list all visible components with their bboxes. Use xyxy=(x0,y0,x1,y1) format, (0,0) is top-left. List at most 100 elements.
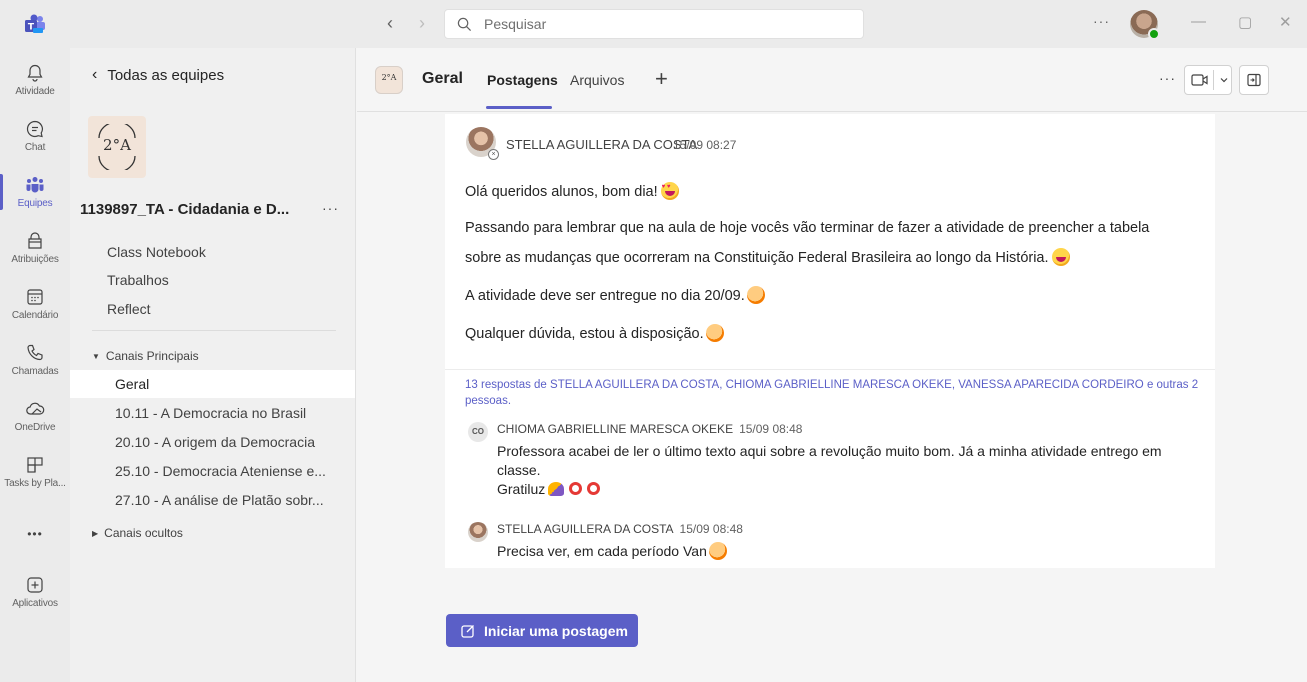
rail-item-aplicativos[interactable]: Aplicativos xyxy=(0,564,70,620)
channel-democracia-brasil[interactable]: 10.11 - A Democracia no Brasil xyxy=(70,399,355,427)
tab-postagens[interactable]: Postagens xyxy=(487,72,558,88)
channel-democracia-ateniense[interactable]: 25.10 - Democracia Ateniense e... xyxy=(70,457,355,485)
section-label: Canais ocultos xyxy=(104,526,183,540)
side-panel-icon xyxy=(1247,73,1261,87)
rail-item-chamadas[interactable]: Chamadas xyxy=(0,332,70,388)
forward-arrow-icon[interactable]: › xyxy=(413,12,431,34)
post-card: × STELLA AGUILLERA DA COSTA 15/09 08:27 … xyxy=(445,114,1215,568)
post-timestamp: 15/09 08:27 xyxy=(673,138,737,152)
rail-label: Chamadas xyxy=(11,366,59,377)
back-arrow-icon[interactable]: ‹ xyxy=(381,12,399,34)
replies-summary-link[interactable]: 13 respostas de STELLA AGUILLERA DA COST… xyxy=(465,377,1205,409)
rail-item-calendario[interactable]: Calendário xyxy=(0,276,70,332)
author-avatar[interactable]: × xyxy=(466,127,499,160)
video-camera-icon xyxy=(1191,74,1208,86)
rail-label: Tasks by Pla... xyxy=(4,478,66,489)
rail-label: Atribuições xyxy=(11,254,59,265)
rail-item-atribuicoes[interactable]: Atribuições xyxy=(0,220,70,276)
side-panel-button[interactable] xyxy=(1239,65,1269,95)
more-options-icon[interactable]: ··· xyxy=(1093,13,1110,29)
calendar-icon xyxy=(27,289,43,305)
section-canais-ocultos[interactable]: ▶ Canais ocultos xyxy=(92,526,183,540)
rail-label: OneDrive xyxy=(14,422,56,433)
channel-title: Geral xyxy=(422,70,463,87)
add-tab-button[interactable]: + xyxy=(655,66,668,92)
rail-label: Chat xyxy=(24,142,46,153)
team-name[interactable]: 1139897_TA - Cidadania e D... xyxy=(80,201,289,218)
channel-geral[interactable]: Geral xyxy=(70,370,355,398)
channel-avatar-text: 2°A xyxy=(381,73,397,82)
chevron-left-icon: ‹ xyxy=(92,66,98,83)
assignments-icon xyxy=(28,232,42,249)
teams-logo-icon: T xyxy=(24,14,46,34)
team-avatar-text: 2°A xyxy=(103,136,131,154)
post-line: Passando para lembrar que na aula de hoj… xyxy=(465,220,1150,236)
user-avatar[interactable] xyxy=(1130,10,1160,40)
back-label: Todas as equipes xyxy=(107,66,225,84)
section-label: Canais Principais xyxy=(105,349,199,363)
reply-avatar[interactable]: CO xyxy=(468,422,488,442)
grin-emoji-icon xyxy=(746,286,765,304)
reply-text: Precisa ver, em cada período Van xyxy=(497,542,1197,561)
rail-label: Equipes xyxy=(17,198,53,209)
header-more-icon[interactable]: ··· xyxy=(1159,70,1176,86)
bell-icon xyxy=(27,64,43,82)
rail-label: Aplicativos xyxy=(12,598,58,609)
tasks-icon xyxy=(27,457,43,473)
maximize-button[interactable]: ▢ xyxy=(1238,13,1252,31)
reply-author[interactable]: CHIOMA GABRIELLINE MARESCA OKEKE xyxy=(497,422,733,436)
rail-label: Calendário xyxy=(11,310,59,321)
team-more-options-icon[interactable]: ··· xyxy=(322,200,339,216)
kiss-emoji-icon xyxy=(587,482,601,495)
divider xyxy=(92,330,336,331)
close-button[interactable]: ✕ xyxy=(1279,13,1292,31)
post-author[interactable]: STELLA AGUILLERA DA COSTA xyxy=(506,137,697,152)
smile-emoji-icon xyxy=(708,542,727,560)
post-line: Qualquer dúvida, estou à disposição. xyxy=(465,324,724,342)
rail-item-more[interactable]: ••• xyxy=(0,504,70,560)
meet-button[interactable] xyxy=(1184,65,1232,95)
back-to-all-teams-link[interactable]: ‹ Todas as equipes xyxy=(92,66,224,84)
reply-author[interactable]: STELLA AGUILLERA DA COSTA xyxy=(497,522,674,536)
rail-item-onedrive[interactable]: OneDrive xyxy=(0,388,70,444)
reply-timestamp: 15/09 08:48 xyxy=(679,522,743,536)
chat-icon xyxy=(26,120,43,138)
reply-text: Professora acabei de ler o último texto … xyxy=(497,443,1162,497)
post-line: A atividade deve ser entregue no dia 20/… xyxy=(465,286,765,304)
rail-item-tasks[interactable]: Tasks by Pla... xyxy=(0,444,70,500)
link-trabalhos[interactable]: Trabalhos xyxy=(107,272,169,288)
start-post-label: Iniciar uma postagem xyxy=(484,622,628,639)
start-post-button[interactable]: Iniciar uma postagem xyxy=(446,614,638,647)
channel-avatar: 2°A xyxy=(375,66,403,94)
link-reflect[interactable]: Reflect xyxy=(107,301,151,317)
caret-right-icon: ▶ xyxy=(92,528,99,538)
cloud-icon xyxy=(26,402,45,415)
tongue-emoji-icon xyxy=(1051,248,1070,266)
post-line: sobre as mudanças que ocorreram na Const… xyxy=(465,248,1070,266)
reply-timestamp: 15/09 08:48 xyxy=(739,422,803,436)
search-box[interactable] xyxy=(444,9,864,39)
search-input[interactable] xyxy=(484,16,844,32)
section-canais-principais[interactable]: ▼ Canais Principais xyxy=(92,349,199,363)
link-class-notebook[interactable]: Class Notebook xyxy=(107,244,206,260)
minimize-button[interactable]: — xyxy=(1191,13,1206,30)
reply-header: STELLA AGUILLERA DA COSTA 15/09 08:48 xyxy=(497,522,743,536)
chevron-down-icon[interactable] xyxy=(1217,73,1231,87)
team-avatar: 2°A xyxy=(88,116,146,178)
channel-origem-democracia[interactable]: 20.10 - A origem da Democracia xyxy=(70,428,355,456)
post-line: Olá queridos alunos, bom dia! xyxy=(465,182,679,200)
presence-available-icon xyxy=(1148,28,1160,40)
rail-item-equipes[interactable]: Equipes xyxy=(0,164,70,220)
rail-label: Atividade xyxy=(15,86,55,97)
tab-arquivos[interactable]: Arquivos xyxy=(570,72,624,88)
main-area: 2°A Geral Postagens Arquivos + ··· × STE… xyxy=(357,48,1307,682)
channel-header: 2°A Geral Postagens Arquivos + ··· xyxy=(357,48,1307,112)
rail-item-atividade[interactable]: Atividade xyxy=(0,52,70,108)
rail-item-chat[interactable]: Chat xyxy=(0,108,70,164)
praying-hands-emoji-icon xyxy=(548,482,565,496)
teams-icon xyxy=(26,177,44,193)
reply-avatar[interactable] xyxy=(468,522,488,542)
team-panel: ‹ Todas as equipes 2°A 1139897_TA - Cida… xyxy=(70,48,356,682)
channel-analise-platao[interactable]: 27.10 - A análise de Platão sobr... xyxy=(70,486,355,514)
presence-offline-icon: × xyxy=(488,149,499,160)
